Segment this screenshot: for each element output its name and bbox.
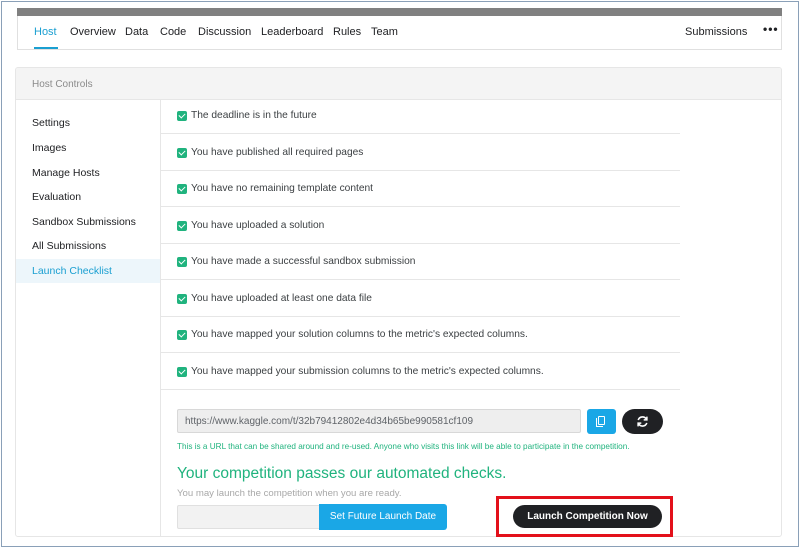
checklist-item: You have published all required pages xyxy=(160,135,680,171)
checklist-item-label: The deadline is in the future xyxy=(191,110,317,121)
panel-header: Host Controls xyxy=(16,68,781,100)
checklist-item-label: You have made a successful sandbox submi… xyxy=(191,256,416,267)
copy-icon-back xyxy=(596,418,603,427)
tab-team[interactable]: Team xyxy=(371,26,398,38)
checklist-item-label: You have no remaining template content xyxy=(191,183,373,194)
active-tab-indicator xyxy=(34,47,58,49)
checklist-item-label: You have uploaded a solution xyxy=(191,220,325,231)
checked-checkbox-icon xyxy=(177,257,187,267)
checked-checkbox-icon xyxy=(177,367,187,377)
launch-date-input[interactable] xyxy=(177,505,319,529)
tab-overview[interactable]: Overview xyxy=(70,26,116,38)
host-sidebar: Settings Images Manage Hosts Evaluation … xyxy=(16,100,161,536)
tab-discussion[interactable]: Discussion xyxy=(198,26,251,38)
checklist-item: You have made a successful sandbox submi… xyxy=(160,244,680,280)
sidebar-item-images[interactable]: Images xyxy=(32,142,66,154)
checked-checkbox-icon xyxy=(177,221,187,231)
share-url-input[interactable] xyxy=(178,410,580,432)
more-menu-icon[interactable]: ••• xyxy=(763,22,779,36)
tab-code[interactable]: Code xyxy=(160,26,186,38)
tab-data[interactable]: Data xyxy=(125,26,148,38)
sidebar-item-all-submissions[interactable]: All Submissions xyxy=(32,240,106,252)
submissions-link[interactable]: Submissions xyxy=(685,26,747,38)
top-bar xyxy=(17,8,782,16)
launch-hint: You may launch the competition when you … xyxy=(177,488,402,499)
checklist-item: The deadline is in the future xyxy=(160,98,680,134)
regenerate-url-button[interactable] xyxy=(622,409,663,434)
panel-title: Host Controls xyxy=(32,79,93,90)
share-url-field[interactable] xyxy=(177,409,581,433)
sidebar-item-sandbox-submissions[interactable]: Sandbox Submissions xyxy=(32,216,136,228)
checklist-item-label: You have mapped your submission columns … xyxy=(191,366,544,377)
checked-checkbox-icon xyxy=(177,294,187,304)
checklist-item: You have mapped your solution columns to… xyxy=(160,317,680,353)
checklist-item-label: You have published all required pages xyxy=(191,147,364,158)
tab-rules[interactable]: Rules xyxy=(333,26,361,38)
checked-checkbox-icon xyxy=(177,111,187,121)
share-url-note: This is a URL that can be shared around … xyxy=(177,442,630,451)
checklist-item: You have uploaded a solution xyxy=(160,208,680,244)
checklist-item: You have mapped your submission columns … xyxy=(160,354,680,390)
sidebar-item-manage-hosts[interactable]: Manage Hosts xyxy=(32,167,100,179)
copy-url-button[interactable] xyxy=(587,409,616,434)
tab-leaderboard[interactable]: Leaderboard xyxy=(261,26,323,38)
checklist-item: You have uploaded at least one data file xyxy=(160,281,680,317)
checked-checkbox-icon xyxy=(177,184,187,194)
checked-checkbox-icon xyxy=(177,330,187,340)
sidebar-item-settings[interactable]: Settings xyxy=(32,117,70,129)
checks-passed-title: Your competition passes our automated ch… xyxy=(177,465,507,482)
tab-host[interactable]: Host xyxy=(34,26,57,38)
sidebar-item-launch-checklist[interactable]: Launch Checklist xyxy=(16,259,160,283)
checked-checkbox-icon xyxy=(177,148,187,158)
refresh-icon xyxy=(637,416,648,427)
checklist-item-label: You have uploaded at least one data file xyxy=(191,293,372,304)
checklist-item: You have no remaining template content xyxy=(160,171,680,207)
launch-competition-now-button[interactable]: Launch Competition Now xyxy=(513,505,662,528)
set-future-launch-date-button[interactable]: Set Future Launch Date xyxy=(319,504,447,530)
competition-nav: Host Overview Data Code Discussion Leade… xyxy=(17,16,782,50)
checklist-item-label: You have mapped your solution columns to… xyxy=(191,329,528,340)
sidebar-item-evaluation[interactable]: Evaluation xyxy=(32,191,81,203)
